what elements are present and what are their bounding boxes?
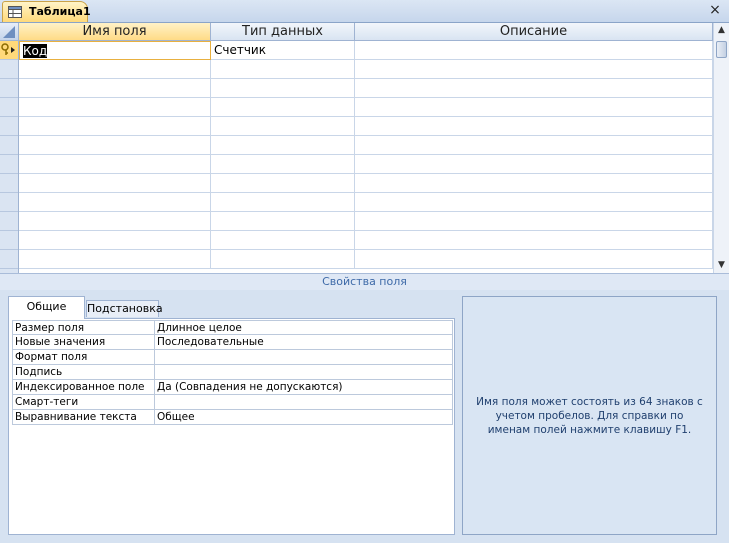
tab-lookup[interactable]: Подстановка: [86, 300, 163, 317]
data-type-cell[interactable]: [211, 174, 355, 193]
scroll-up-icon[interactable]: ▲: [714, 23, 729, 38]
property-value[interactable]: Общее: [155, 410, 453, 425]
property-value[interactable]: [155, 395, 453, 410]
property-row[interactable]: Смарт-теги: [12, 395, 453, 410]
description-cell[interactable]: [355, 79, 713, 98]
field-name-cell[interactable]: [19, 98, 211, 117]
row-selector[interactable]: [0, 193, 18, 212]
property-row[interactable]: Формат поля: [12, 350, 453, 365]
property-row[interactable]: Размер поля Длинное целое: [12, 320, 453, 335]
data-type-cell[interactable]: Счетчик: [211, 41, 355, 60]
property-value[interactable]: [155, 350, 453, 365]
header-data-type[interactable]: Тип данных: [211, 23, 355, 41]
property-name: Формат поля: [12, 350, 155, 365]
property-row[interactable]: Индексированное поле Да (Совпадения не д…: [12, 380, 453, 395]
data-type-cell[interactable]: [211, 60, 355, 79]
field-name-cell[interactable]: [19, 117, 211, 136]
field-name-cell[interactable]: [19, 79, 211, 98]
document-tab-table1[interactable]: Таблица1: [2, 1, 91, 22]
description-cell[interactable]: [355, 41, 713, 60]
property-value[interactable]: Да (Совпадения не допускаются): [155, 380, 453, 395]
close-icon[interactable]: ×: [707, 2, 723, 18]
row-selector[interactable]: [0, 174, 18, 193]
document-tab-strip: Таблица1 ×: [0, 0, 729, 23]
properties-panel: Размер поля Длинное целое Новые значения…: [8, 318, 455, 535]
description-cell[interactable]: [355, 155, 713, 174]
row-selector[interactable]: [0, 155, 18, 174]
property-name: Выравнивание текста: [12, 410, 155, 425]
description-cell[interactable]: [355, 60, 713, 79]
select-all-corner[interactable]: [0, 23, 18, 41]
header-description[interactable]: Описание: [355, 23, 713, 41]
field-name-cell[interactable]: [19, 155, 211, 174]
description-cell[interactable]: [355, 193, 713, 212]
row-selector[interactable]: [0, 231, 18, 250]
help-panel: Имя поля может состоять из 64 знаков с у…: [462, 296, 717, 535]
field-name-cell[interactable]: [19, 212, 211, 231]
property-value[interactable]: Длинное целое: [155, 320, 453, 335]
description-cell[interactable]: [355, 136, 713, 155]
row-selector[interactable]: [0, 117, 18, 136]
description-cell[interactable]: [355, 250, 713, 269]
vertical-scrollbar[interactable]: ▲ ▼: [713, 23, 729, 273]
tab-general[interactable]: Общие: [8, 296, 85, 319]
data-type-cell[interactable]: [211, 212, 355, 231]
data-type-cell[interactable]: [211, 98, 355, 117]
description-cell[interactable]: [355, 231, 713, 250]
field-name-cell[interactable]: [19, 231, 211, 250]
field-properties-title: Свойства поля: [0, 273, 729, 291]
field-name-value: Код: [23, 44, 48, 58]
row-selector[interactable]: [0, 79, 18, 98]
data-type-cell[interactable]: [211, 136, 355, 155]
row-selector[interactable]: [0, 60, 18, 79]
property-value[interactable]: Последовательные: [155, 335, 453, 350]
row-selector-current[interactable]: [0, 41, 18, 60]
data-type-cell[interactable]: [211, 193, 355, 212]
property-name: Смарт-теги: [12, 395, 155, 410]
document-tab-title: Таблица1: [29, 5, 91, 18]
field-name-cell[interactable]: [19, 60, 211, 79]
row-selector[interactable]: [0, 136, 18, 155]
field-name-cell[interactable]: [19, 193, 211, 212]
row-selector[interactable]: [0, 250, 18, 269]
property-value[interactable]: [155, 365, 453, 380]
field-name-cell[interactable]: [19, 136, 211, 155]
data-type-cell[interactable]: [211, 250, 355, 269]
property-row[interactable]: Новые значения Последовательные: [12, 335, 453, 350]
row-selector[interactable]: [0, 212, 18, 231]
row-selector[interactable]: [0, 98, 18, 117]
data-type-cell[interactable]: [211, 231, 355, 250]
design-grid: Имя поля Тип данных Описание Код Счетчик: [0, 23, 713, 273]
data-type-cell[interactable]: [211, 155, 355, 174]
table-icon: [8, 6, 22, 18]
properties-table: Размер поля Длинное целое Новые значения…: [12, 320, 453, 425]
header-field-name[interactable]: Имя поля: [19, 23, 211, 41]
description-cell[interactable]: [355, 174, 713, 193]
field-name-cell[interactable]: Код: [19, 41, 211, 60]
description-cell[interactable]: [355, 212, 713, 231]
field-name-cell[interactable]: [19, 174, 211, 193]
primary-key-icon: [1, 43, 15, 55]
row-selector-column: [0, 23, 19, 273]
scroll-thumb[interactable]: [716, 41, 727, 58]
property-name: Размер поля: [12, 320, 155, 335]
data-type-cell[interactable]: [211, 117, 355, 136]
property-name: Новые значения: [12, 335, 155, 350]
field-name-cell[interactable]: [19, 250, 211, 269]
property-name: Подпись: [12, 365, 155, 380]
help-text: Имя поля может состоять из 64 знаков с у…: [476, 396, 703, 436]
data-type-cell[interactable]: [211, 79, 355, 98]
property-row[interactable]: Выравнивание текста Общее: [12, 410, 453, 425]
description-cell[interactable]: [355, 117, 713, 136]
property-name: Индексированное поле: [12, 380, 155, 395]
scroll-down-icon[interactable]: ▼: [714, 258, 729, 273]
description-cell[interactable]: [355, 98, 713, 117]
property-row[interactable]: Подпись: [12, 365, 453, 380]
